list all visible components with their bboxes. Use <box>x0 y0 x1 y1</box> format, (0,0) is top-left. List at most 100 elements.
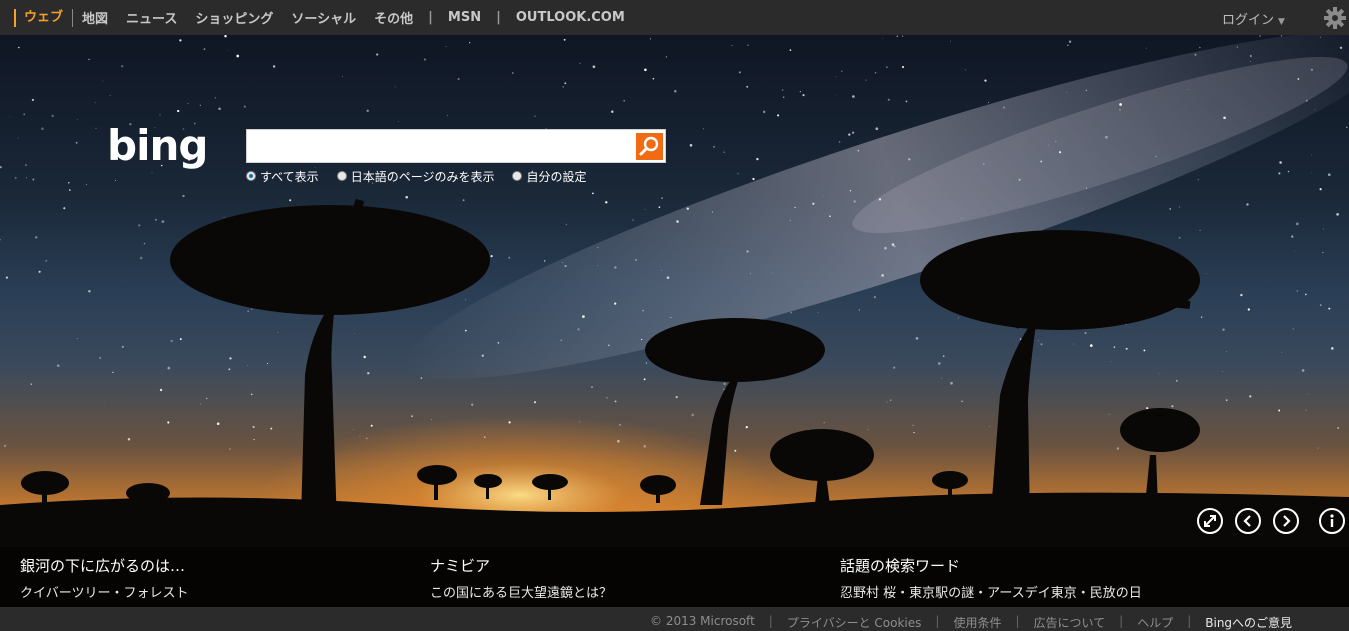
star <box>1327 173 1331 177</box>
star <box>1171 405 1174 408</box>
scope-my-settings[interactable]: 自分の設定 <box>512 168 586 185</box>
star <box>781 89 784 91</box>
star <box>247 310 249 312</box>
nav-item-social[interactable]: ソーシャル <box>282 8 365 27</box>
star <box>915 337 919 340</box>
nav-item-more[interactable]: その他 <box>365 8 422 27</box>
star <box>95 127 97 129</box>
star <box>1291 235 1294 238</box>
login-button[interactable]: ログイン ▼ <box>1222 9 1285 28</box>
star <box>51 114 54 118</box>
caption-trending-searches[interactable]: 話題の検索ワード 忍野村 桜・東京駅の謎・アースデイ東京・民放の日 <box>840 555 1142 601</box>
star <box>1240 293 1243 297</box>
star <box>887 98 890 101</box>
caption-country[interactable]: ナミビア この国にある巨大望遠鏡とは？ <box>430 555 612 601</box>
star <box>1047 144 1049 146</box>
star <box>958 317 959 319</box>
star <box>577 328 580 331</box>
scope-all[interactable]: すべて表示 <box>246 168 319 185</box>
footer-link-privacy[interactable]: プライバシーと Cookies <box>787 614 922 631</box>
star <box>1085 89 1087 92</box>
star <box>641 338 643 341</box>
star <box>17 137 19 139</box>
star <box>984 79 987 82</box>
scope-japanese-label: 日本語のページのみを表示 <box>350 169 495 184</box>
star <box>1337 427 1339 429</box>
star <box>68 182 70 184</box>
star <box>1346 126 1348 129</box>
search-input[interactable] <box>251 134 635 160</box>
star <box>605 201 608 204</box>
footer-link-terms[interactable]: 使用条件 <box>953 614 1001 631</box>
star <box>342 76 344 77</box>
scope-japanese-only[interactable]: 日本語のページのみを表示 <box>336 168 495 185</box>
star <box>1336 213 1339 216</box>
star <box>23 113 26 116</box>
footer-link-feedback[interactable]: Bingへのご意見 <box>1205 614 1292 631</box>
nav-item-maps[interactable]: 地図 <box>73 8 117 27</box>
star <box>471 403 474 406</box>
radio-button[interactable] <box>512 171 523 181</box>
star <box>99 356 102 360</box>
star <box>252 425 255 429</box>
star <box>882 37 884 39</box>
footer-links: © 2013 Microsoft | プライバシーと Cookies | 使用条… <box>650 614 1306 631</box>
nav-item-web[interactable]: ウェブ <box>14 8 74 27</box>
star <box>14 176 17 179</box>
caption-image-story[interactable]: 銀河の下に広がるのは… クイバーツリー・フォレスト <box>20 555 188 601</box>
radio-button[interactable] <box>336 171 347 181</box>
star <box>1278 172 1281 175</box>
search-button[interactable] <box>636 133 663 160</box>
top-navigation-bar: ウェブ 地図 ニュース ショッピング ソーシャル その他 | MSN | OUT… <box>0 0 1349 35</box>
star <box>689 144 693 147</box>
star <box>430 419 432 421</box>
star <box>462 199 465 202</box>
star <box>227 50 228 52</box>
star <box>182 194 185 198</box>
star <box>366 437 368 440</box>
next-image-button[interactable] <box>1273 508 1299 534</box>
star <box>1082 207 1084 209</box>
star <box>167 366 171 370</box>
gear-icon[interactable] <box>1324 7 1346 29</box>
star <box>1247 308 1250 311</box>
star <box>366 109 369 113</box>
star <box>875 127 879 131</box>
radio-button-selected[interactable] <box>246 171 256 181</box>
star <box>1328 307 1331 310</box>
star <box>644 68 647 72</box>
star <box>1178 206 1180 208</box>
star <box>1108 413 1110 415</box>
star <box>881 274 884 277</box>
star <box>1194 53 1197 56</box>
star <box>912 424 914 426</box>
image-info-button[interactable] <box>1319 508 1345 534</box>
star <box>562 86 564 88</box>
star <box>469 42 471 44</box>
nav-item-news[interactable]: ニュース <box>117 8 186 27</box>
nav-link-msn[interactable]: MSN <box>439 10 490 25</box>
footer-link-help[interactable]: ヘルプ <box>1137 614 1173 631</box>
star <box>1305 99 1308 102</box>
bing-logo[interactable]: bing <box>107 121 237 176</box>
star <box>85 183 88 185</box>
fullscreen-button[interactable] <box>1197 508 1223 534</box>
star <box>950 381 953 385</box>
star <box>1287 170 1290 173</box>
night-sky-scene <box>0 35 1349 607</box>
nav-item-shopping[interactable]: ショッピング <box>186 8 282 27</box>
footer-link-advertise[interactable]: 広告について <box>1034 614 1106 631</box>
star <box>1040 160 1043 163</box>
logo-text: bing <box>107 124 207 170</box>
star <box>534 115 536 117</box>
nav-separator: | <box>496 10 501 25</box>
nav-link-outlook[interactable]: OUTLOOK.COM <box>507 10 634 25</box>
star <box>841 70 843 73</box>
star <box>1319 304 1322 306</box>
previous-image-button[interactable] <box>1235 508 1261 534</box>
star <box>890 399 892 401</box>
star <box>564 82 567 85</box>
star <box>745 425 748 429</box>
star <box>179 338 182 341</box>
expand-icon <box>1204 515 1216 527</box>
